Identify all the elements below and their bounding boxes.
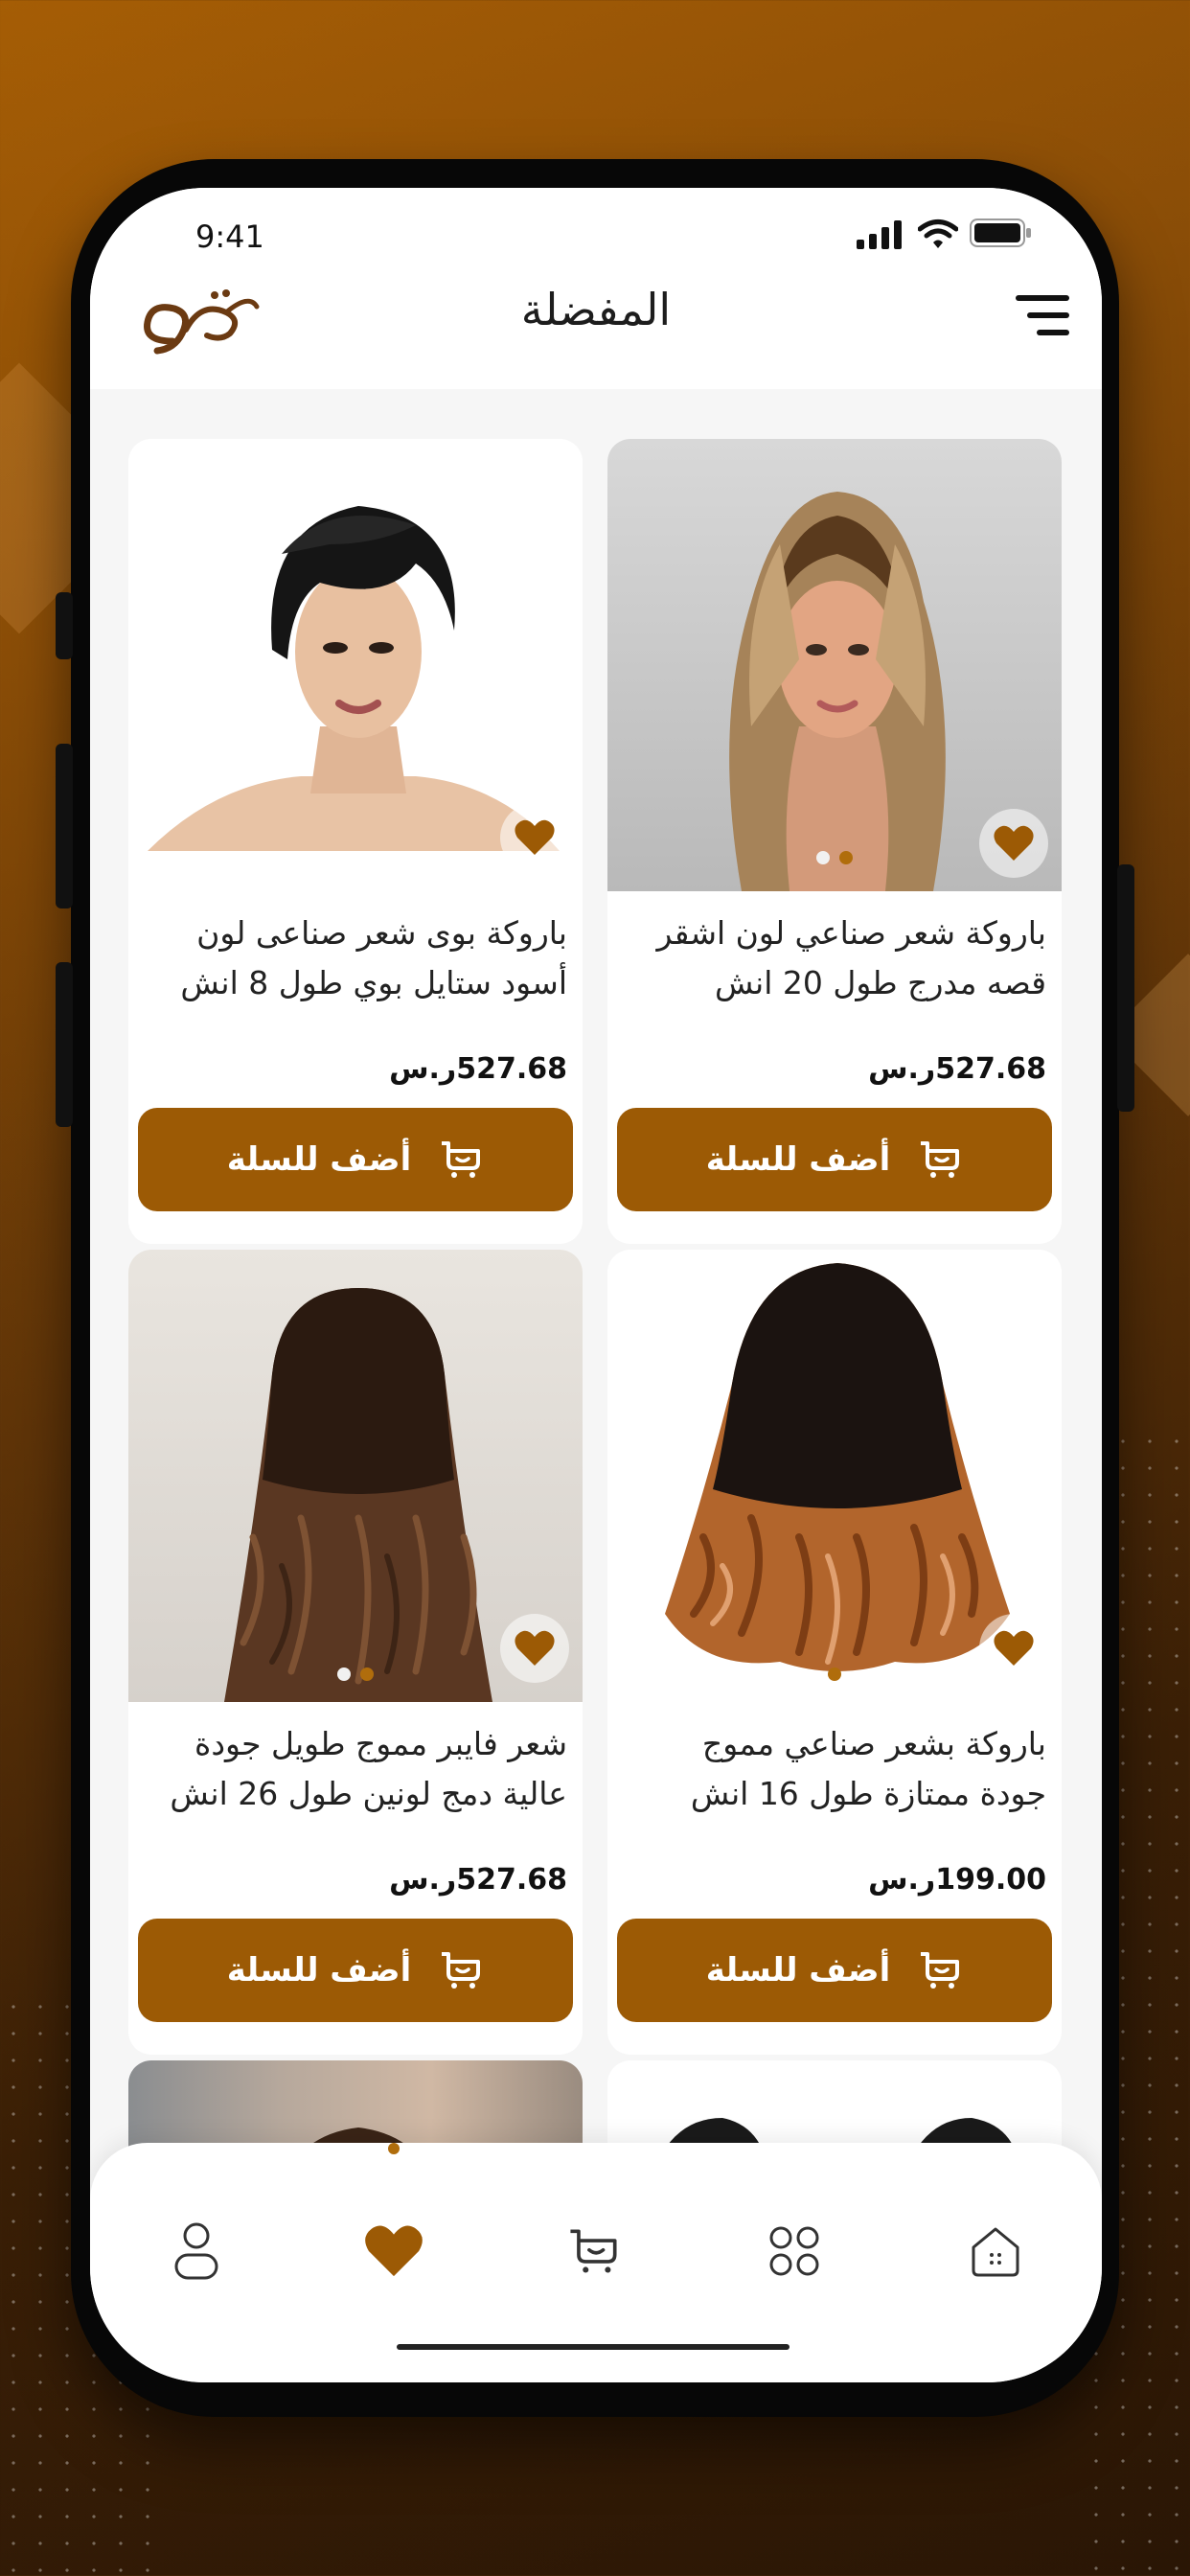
home-icon bbox=[972, 2227, 1019, 2277]
nav-favorites[interactable] bbox=[351, 2208, 437, 2294]
user-icon bbox=[174, 2222, 218, 2280]
heart-icon bbox=[994, 1630, 1034, 1666]
nav-cart[interactable] bbox=[552, 2208, 638, 2294]
product-price: 527.68ر.س bbox=[389, 1052, 567, 1086]
add-to-cart-label: أضف للسلة bbox=[226, 1140, 412, 1179]
add-to-cart-button[interactable]: أضف للسلة bbox=[138, 1108, 573, 1211]
product-name: باروكة بشعر صناعي مموج جودة ممتازة طول 1… bbox=[690, 1725, 1046, 1812]
pager-dot-active bbox=[360, 1668, 374, 1681]
product-name: شعر فايبر مموج طويل جودة عالية دمج لونين… bbox=[170, 1725, 567, 1812]
phone-power-button bbox=[1117, 864, 1134, 1112]
battery-icon bbox=[970, 218, 1031, 247]
add-to-cart-button[interactable]: أضف للسلة bbox=[617, 1919, 1052, 2022]
product-name: باروكة بوى شعر صناعى لون أسود ستايل بوي … bbox=[180, 914, 567, 1001]
cart-icon bbox=[442, 1141, 481, 1178]
product-card[interactable]: شعر فايبر مموج طويل جودة عالية دمج لونين… bbox=[128, 1250, 583, 2055]
cart-icon bbox=[921, 1952, 960, 1989]
phone-side-button-2 bbox=[56, 744, 73, 908]
product-price: 527.68ر.س bbox=[389, 1863, 567, 1897]
add-to-cart-label: أضف للسلة bbox=[705, 1951, 891, 1990]
add-to-cart-label: أضف للسلة bbox=[705, 1140, 891, 1179]
add-to-cart-label: أضف للسلة bbox=[226, 1951, 412, 1990]
image-pager bbox=[607, 1668, 1062, 1681]
pager-dot-active bbox=[839, 851, 853, 864]
page-title: المفضلة bbox=[520, 284, 672, 335]
cart-icon bbox=[921, 1141, 960, 1178]
product-card[interactable]: باروكة بوى شعر صناعى لون أسود ستايل بوي … bbox=[128, 439, 583, 1244]
product-name: باروكة شعر صناعي لون اشقر قصه مدرج طول 2… bbox=[656, 914, 1046, 1001]
heart-icon bbox=[365, 2225, 423, 2277]
heart-icon bbox=[515, 819, 555, 855]
phone-side-button-3 bbox=[56, 962, 73, 1127]
product-price: 199.00ر.س bbox=[868, 1863, 1046, 1897]
nav-active-indicator bbox=[388, 2143, 400, 2154]
pager-dot bbox=[337, 1668, 351, 1681]
nav-home[interactable] bbox=[952, 2208, 1039, 2294]
image-pager bbox=[607, 851, 1062, 864]
cart-icon bbox=[570, 2229, 617, 2273]
pager-dot bbox=[816, 851, 830, 864]
home-indicator bbox=[397, 2344, 790, 2350]
product-price: 527.68ر.س bbox=[868, 1052, 1046, 1086]
product-card[interactable]: باروكة شعر صناعي لون اشقر قصه مدرج طول 2… bbox=[607, 439, 1062, 1244]
cart-icon bbox=[442, 1952, 481, 1989]
product-card[interactable]: باروكة بشعر صناعي مموج جودة ممتازة طول 1… bbox=[607, 1250, 1062, 2055]
add-to-cart-button[interactable]: أضف للسلة bbox=[138, 1919, 573, 2022]
phone-side-button-1 bbox=[56, 592, 73, 659]
nav-categories[interactable] bbox=[751, 2208, 837, 2294]
wifi-icon bbox=[918, 219, 958, 248]
favorite-button[interactable] bbox=[500, 803, 569, 872]
heart-icon bbox=[515, 1630, 555, 1666]
nav-profile[interactable] bbox=[153, 2208, 240, 2294]
status-bar: 9:41 bbox=[90, 188, 1102, 274]
signal-icon bbox=[857, 220, 902, 249]
favorite-button[interactable] bbox=[979, 809, 1048, 878]
grid-icon bbox=[769, 2226, 819, 2276]
add-to-cart-button[interactable]: أضف للسلة bbox=[617, 1108, 1052, 1211]
app-screen: 9:41 المفضلة باروكة شعر صناعي لون اشقر ق… bbox=[90, 188, 1102, 2382]
status-time: 9:41 bbox=[195, 218, 264, 255]
menu-icon[interactable] bbox=[1016, 293, 1073, 339]
pager-dot-active bbox=[828, 1668, 841, 1681]
app-header: 9:41 المفضلة bbox=[90, 188, 1102, 389]
image-pager bbox=[128, 1668, 583, 1681]
